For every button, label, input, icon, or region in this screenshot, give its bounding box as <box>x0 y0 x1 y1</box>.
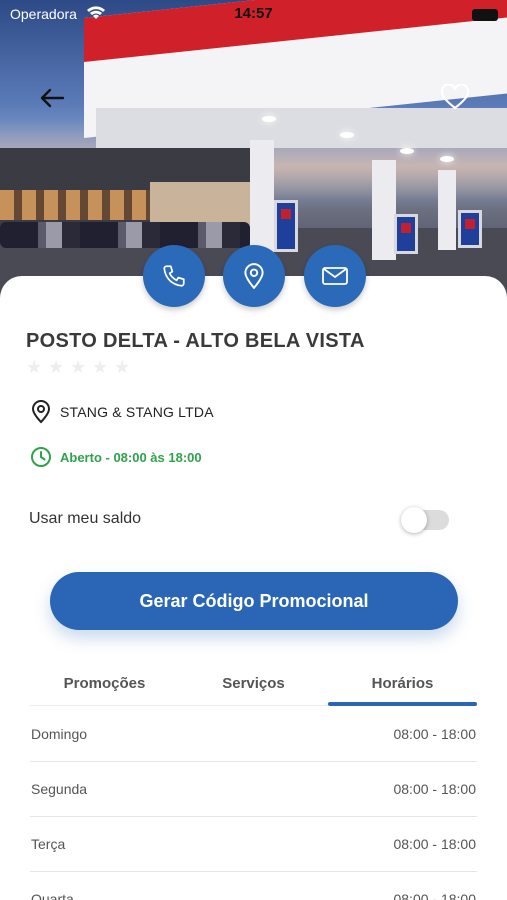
directions-button[interactable] <box>223 245 285 307</box>
schedule-time: 08:00 - 18:00 <box>393 781 476 797</box>
favorite-button[interactable] <box>438 80 472 114</box>
mail-icon <box>322 267 348 285</box>
star-icon: ★ <box>92 357 109 377</box>
schedule-row: Quarta 08:00 - 18:00 <box>30 872 477 900</box>
schedule-time: 08:00 - 18:00 <box>393 836 476 852</box>
company-row: STANG & STANG LTDA <box>30 400 214 424</box>
station-name: POSTO DELTA - ALTO BELA VISTA <box>26 330 365 352</box>
opening-hours-text: Aberto - 08:00 às 18:00 <box>60 449 202 465</box>
star-icon: ★ <box>26 357 43 377</box>
schedule-row: Domingo 08:00 - 18:00 <box>30 707 477 762</box>
rating-stars: ★ ★ ★ ★ ★ <box>26 358 132 376</box>
schedule-day: Domingo <box>31 726 88 742</box>
opening-hours-row: Aberto - 08:00 às 18:00 <box>30 446 202 468</box>
company-name: STANG & STANG LTDA <box>60 404 214 420</box>
tab-promocoes[interactable]: Promoções <box>30 664 179 705</box>
heart-icon <box>440 84 470 110</box>
schedule-time: 08:00 - 18:00 <box>393 726 476 742</box>
phone-icon <box>163 265 185 287</box>
battery-icon <box>472 9 498 21</box>
back-button[interactable] <box>36 82 68 114</box>
status-bar: Operadora 14:57 <box>0 0 507 28</box>
schedule-day: Quarta <box>31 891 74 900</box>
star-icon: ★ <box>48 357 65 377</box>
tab-servicos[interactable]: Serviços <box>179 664 328 705</box>
star-icon: ★ <box>114 357 131 377</box>
location-pin-icon <box>31 400 51 424</box>
toggle-knob <box>401 507 427 533</box>
map-pin-icon <box>244 263 264 290</box>
use-balance-toggle[interactable] <box>401 507 449 533</box>
star-icon: ★ <box>70 357 87 377</box>
schedule-time: 08:00 - 18:00 <box>393 891 476 900</box>
schedule-day: Terça <box>31 836 66 852</box>
schedule-list: Domingo 08:00 - 18:00 Segunda 08:00 - 18… <box>30 707 477 900</box>
email-button[interactable] <box>304 245 366 307</box>
schedule-day: Segunda <box>31 781 88 797</box>
info-tabs: Promoções Serviços Horários <box>30 664 477 706</box>
clock: 14:57 <box>234 5 273 22</box>
tab-horarios[interactable]: Horários <box>328 664 477 706</box>
schedule-row: Segunda 08:00 - 18:00 <box>30 762 477 817</box>
arrow-left-icon <box>40 88 65 108</box>
clock-icon <box>31 447 51 467</box>
schedule-row: Terça 08:00 - 18:00 <box>30 817 477 872</box>
generate-promo-code-button[interactable]: Gerar Código Promocional <box>50 572 458 630</box>
call-button[interactable] <box>143 245 205 307</box>
use-balance-label: Usar meu saldo <box>29 510 142 527</box>
